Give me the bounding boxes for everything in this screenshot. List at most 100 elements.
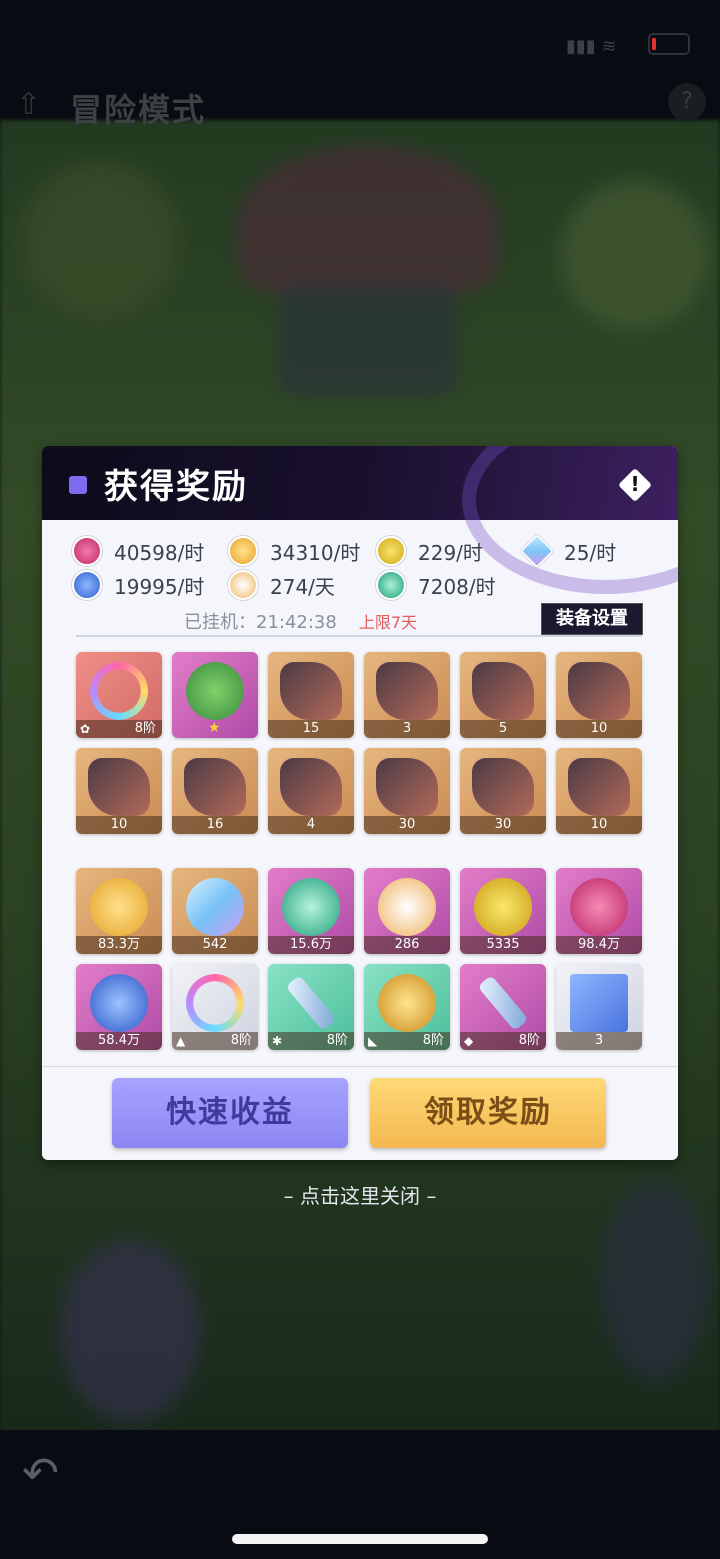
item-count: 3: [364, 720, 450, 738]
idle-time: 已挂机：21:42:38 上限7天: [184, 612, 418, 633]
item-type-icon: ◆: [464, 1034, 474, 1048]
modal-header: 获得奖励 !: [42, 446, 678, 594]
rate-item: 34310/时: [228, 536, 360, 566]
hero-shard-item-art: [376, 662, 438, 720]
item-count: 10: [556, 816, 642, 834]
blue-helmet-icon: [72, 570, 102, 600]
item-count: 58.4万: [76, 1032, 162, 1050]
hero-shard-item-art: [568, 662, 630, 720]
diamond-item[interactable]: 542: [172, 868, 258, 954]
equip-settings-button[interactable]: 装备设置: [541, 603, 643, 635]
hero-shard-item[interactable]: 30: [364, 748, 450, 834]
pink-crystal-item[interactable]: 98.4万: [556, 868, 642, 954]
rate-item: 25/时: [520, 534, 616, 568]
rate-item: 40598/时: [72, 536, 204, 566]
item-count: 83.3万: [76, 936, 162, 954]
fast-earnings-button[interactable]: 快速收益: [112, 1078, 348, 1148]
diamond-icon: [520, 534, 554, 568]
modal-footer: 快速收益 领取奖励: [42, 1066, 678, 1160]
modal-title: 获得奖励: [104, 467, 248, 507]
gold-coin-item-art: [90, 878, 148, 936]
item-count: 4: [268, 816, 354, 834]
green-badge-item-art: [186, 662, 244, 720]
sword-token-item-art: [474, 878, 532, 936]
golden-helmet-item-art: [378, 974, 436, 1032]
item-type-icon: ▲: [176, 1034, 186, 1048]
green-badge-item[interactable]: ★: [172, 652, 258, 738]
reward-modal: 获得奖励 ! 40598/时 34310/时 229/时 25/时 19995/…: [42, 446, 678, 1160]
hero-shard-item-art: [184, 758, 246, 816]
rainbow-ring-item-art: [186, 974, 244, 1032]
item-count: 98.4万: [556, 936, 642, 954]
star-orb-item-art: [378, 878, 436, 936]
rainbow-ring-item[interactable]: 8阶 ✿: [76, 652, 162, 738]
hero-shard-item[interactable]: 5: [460, 652, 546, 738]
claim-reward-button[interactable]: 领取奖励: [370, 1078, 606, 1148]
rate-item: 229/时: [376, 536, 483, 566]
item-count: 286: [364, 936, 450, 954]
item-count: 10: [76, 816, 162, 834]
return-arrow-icon[interactable]: ↶: [22, 1448, 59, 1499]
item-type-icon: ✿: [80, 722, 91, 736]
item-count: 30: [364, 816, 450, 834]
sword-item[interactable]: 8阶 ✱: [268, 964, 354, 1050]
item-type-icon: ◣: [368, 1034, 378, 1048]
rainbow-ring-item-art: [90, 662, 148, 720]
pink-crystal-item-art: [570, 878, 628, 936]
sword-item[interactable]: 8阶 ◆: [460, 964, 546, 1050]
rainbow-ring-item[interactable]: 8阶 ▲: [172, 964, 258, 1050]
item-count: 30: [460, 816, 546, 834]
diamond-item-art: [186, 878, 244, 936]
blue-helmet-item[interactable]: 58.4万: [76, 964, 162, 1050]
status-bar: ▮▮▮ ≋: [0, 0, 720, 90]
temple-token-icon: [376, 570, 406, 600]
blue-helmet-item-art: [90, 974, 148, 1032]
item-count: 5335: [460, 936, 546, 954]
star-orb-item[interactable]: 286: [364, 868, 450, 954]
rate-item: 19995/时: [72, 570, 204, 600]
sword-token-item[interactable]: 5335: [460, 868, 546, 954]
hero-shard-item-art: [568, 758, 630, 816]
item-count: 5: [460, 720, 546, 738]
gold-coin-icon: [228, 536, 258, 566]
hero-shard-item[interactable]: 10: [556, 748, 642, 834]
item-count: 3: [556, 1032, 642, 1050]
star-icon: ★: [208, 720, 221, 736]
hero-shard-item-art: [280, 662, 342, 720]
golden-helmet-item[interactable]: 8阶 ◣: [364, 964, 450, 1050]
blue-cubes-item-art: [570, 974, 628, 1032]
hero-shard-item[interactable]: 3: [364, 652, 450, 738]
home-indicator[interactable]: [232, 1534, 488, 1544]
info-icon[interactable]: !: [618, 468, 652, 502]
hero-shard-item[interactable]: 30: [460, 748, 546, 834]
hero-shard-item[interactable]: 10: [556, 652, 642, 738]
star-orb-icon: [228, 570, 258, 600]
hero-shard-item-art: [472, 758, 534, 816]
hero-shard-item-art: [472, 662, 534, 720]
temple-token-item[interactable]: 15.6万: [268, 868, 354, 954]
rate-item: 274/天: [228, 570, 335, 600]
item-count: 10: [556, 720, 642, 738]
hero-shard-item[interactable]: 10: [76, 748, 162, 834]
sword-token-icon: [376, 536, 406, 566]
item-type-icon: ✱: [272, 1034, 283, 1048]
item-count: 542: [172, 936, 258, 954]
hero-shard-item[interactable]: 4: [268, 748, 354, 834]
hero-shard-item-art: [280, 758, 342, 816]
battery-icon: [648, 33, 690, 55]
close-hint[interactable]: – 点击这里关闭 –: [0, 1180, 720, 1209]
item-count: 15.6万: [268, 936, 354, 954]
hero-shard-item-art: [88, 758, 150, 816]
sword-item-art: [477, 974, 529, 1032]
blue-cubes-item[interactable]: 3: [556, 964, 642, 1050]
limit-label: 上限7天: [358, 613, 418, 632]
pink-crystal-icon: [72, 536, 102, 566]
signal-icon: ▮▮▮ ≋: [566, 36, 617, 57]
divider: [76, 635, 642, 637]
hero-shard-item-art: [376, 758, 438, 816]
hero-shard-item[interactable]: 16: [172, 748, 258, 834]
gold-coin-item[interactable]: 83.3万: [76, 868, 162, 954]
rate-item: 7208/时: [376, 570, 496, 600]
item-count: 15: [268, 720, 354, 738]
hero-shard-item[interactable]: 15: [268, 652, 354, 738]
